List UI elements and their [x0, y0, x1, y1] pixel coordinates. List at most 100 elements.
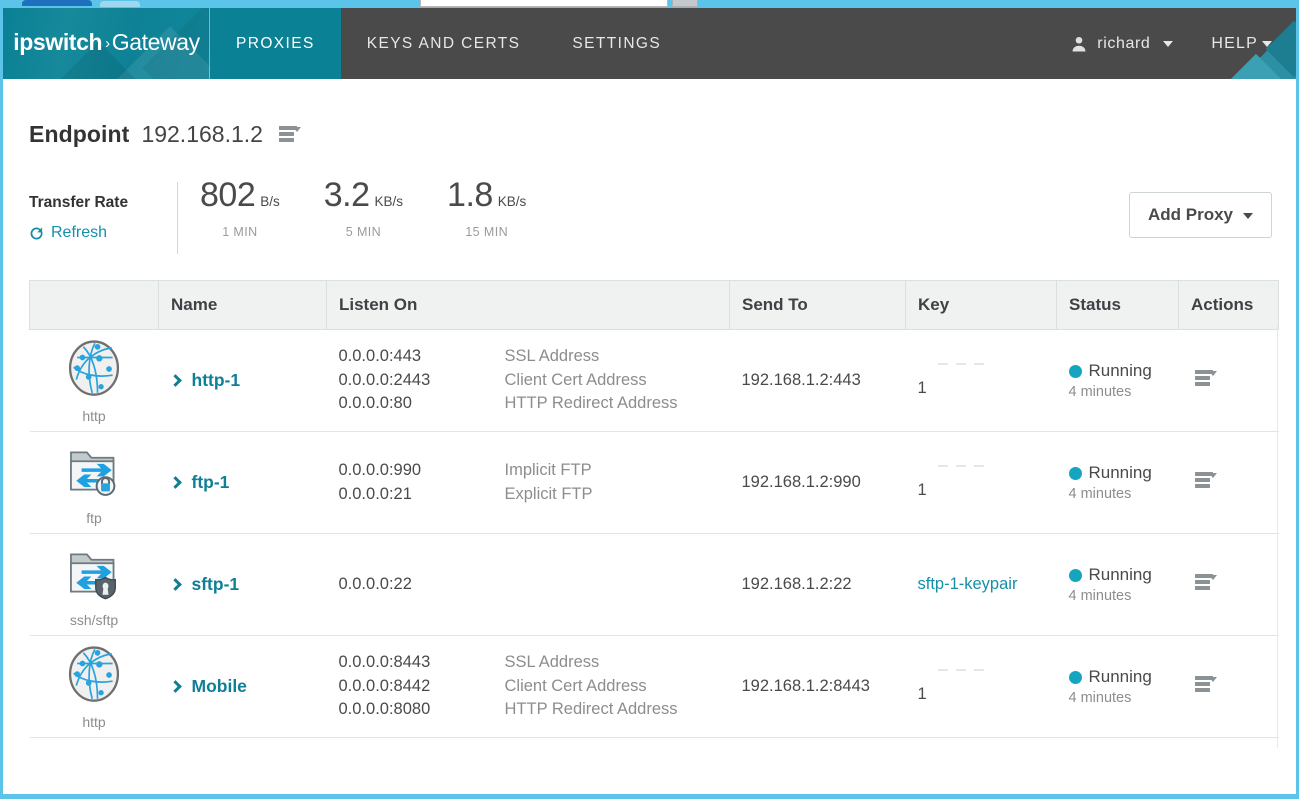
chevron-right-icon — [168, 374, 182, 387]
proxy-name-link[interactable]: Mobile — [168, 676, 315, 697]
proxy-name-label: http-1 — [191, 370, 241, 390]
listen-address: 0.0.0.0:8442 — [338, 676, 431, 695]
tab-proxies-label: PROXIES — [236, 34, 315, 52]
protocol-label: http — [82, 407, 106, 424]
row-actions-icon[interactable] — [1194, 675, 1221, 693]
table-head: Name Listen On Send To Key Status Action… — [29, 280, 1279, 330]
listen-address: 0.0.0.0:21 — [338, 484, 412, 503]
listen-kind: Client Cert Address — [504, 676, 647, 695]
help-label: HELP — [1211, 34, 1258, 52]
tab-settings[interactable]: SETTINGS — [546, 8, 687, 79]
proxies-table-wrap: Name Listen On Send To Key Status Action… — [25, 280, 1279, 748]
actions-cell — [1178, 329, 1279, 432]
address-bar[interactable] — [420, 0, 668, 7]
listen-kind: SSL Address — [504, 653, 600, 672]
protocol-cell: http — [29, 329, 159, 432]
row-actions-icon[interactable] — [1194, 573, 1221, 591]
listen-address: 0.0.0.0:8443 — [338, 653, 431, 672]
add-proxy-button[interactable]: Add Proxy — [1128, 192, 1272, 238]
listen-address-list: 0.0.0.0:990 0.0.0.0:21 — [339, 459, 505, 506]
key-cell: 1 — [905, 329, 1057, 432]
stat-5-min-value: 3.2 — [323, 176, 370, 214]
listen-kind: Client Cert Address — [504, 370, 647, 389]
status-badge: Running — [1088, 463, 1152, 482]
add-proxy-label: Add Proxy — [1147, 205, 1233, 224]
key-placeholder-marks — [937, 465, 992, 467]
actions-cell — [1178, 431, 1279, 534]
status-badge: Running — [1088, 565, 1152, 584]
key-cell: 1 — [905, 431, 1057, 534]
status-uptime: 4 minutes — [1068, 384, 1132, 400]
proxy-name-link[interactable]: ftp-1 — [168, 472, 315, 493]
status-uptime: 4 minutes — [1068, 588, 1132, 604]
help-menu[interactable]: HELP — [1189, 35, 1278, 53]
column-header-send-to[interactable]: Send To — [729, 280, 906, 330]
brand-arrow-icon: › — [105, 35, 110, 52]
proxy-name-label: sftp-1 — [191, 574, 240, 594]
status-uptime: 4 minutes — [1068, 486, 1132, 502]
folder-transfer-lock-icon — [70, 451, 116, 496]
column-header-key[interactable]: Key — [905, 280, 1057, 330]
brand-primary: ipswitch — [13, 29, 103, 55]
key-cell: sftp-1-keypair — [905, 533, 1057, 636]
column-header-listen-on[interactable]: Listen On — [326, 280, 730, 330]
proxy-name-link[interactable]: http-1 — [168, 370, 315, 391]
status-cell: Running 4 minutes — [1056, 533, 1179, 636]
protocol-label: ftp — [86, 509, 102, 526]
protocol-cell: http — [29, 635, 159, 738]
folder-transfer-shield-icon — [70, 553, 116, 599]
endpoint-address: 192.168.1.2 — [141, 121, 263, 147]
status-indicator-dot — [1068, 466, 1082, 480]
table-row[interactable]: http http-1 0.0.0.0:443 0.0.0.0:2443 0.0.0… — [29, 329, 1279, 432]
browser-tab-active[interactable] — [22, 0, 92, 6]
column-header-status[interactable]: Status — [1056, 280, 1179, 330]
protocol-cell: ssh/sftp — [29, 533, 159, 636]
stat-1-min-value: 802 — [200, 176, 256, 214]
row-actions-icon[interactable] — [1194, 471, 1221, 489]
chevron-right-icon — [168, 680, 182, 693]
tab-proxies[interactable]: PROXIES — [210, 8, 341, 79]
listen-kind: HTTP Redirect Address — [504, 700, 678, 719]
table-body: http http-1 0.0.0.0:443 0.0.0.0:2443 0.0.0… — [29, 329, 1279, 738]
transfer-rate-panel: Transfer Rate Refresh 802 B/s 1 MIN 3.2 KB… — [25, 176, 1274, 254]
table-row[interactable]: http Mobile 0.0.0.0:8443 0.0.0.0:8442 0.0.… — [29, 635, 1279, 738]
column-header-actions: Actions — [1178, 280, 1279, 330]
browser-tab-new[interactable] — [100, 1, 140, 7]
refresh-label: Refresh — [51, 224, 108, 241]
brand-logo[interactable]: ipswitch ›Gateway — [3, 8, 210, 79]
listen-address: 0.0.0.0:2443 — [338, 370, 431, 389]
tab-keys-and-certs[interactable]: KEYS AND CERTS — [341, 8, 547, 79]
status-indicator-dot — [1068, 670, 1082, 684]
table-row[interactable]: ftp ftp-1 0.0.0.0:990 0.0.0.0:21 Implicit… — [29, 431, 1279, 534]
key-placeholder-marks — [937, 363, 992, 365]
stat-15-min-unit: KB/s — [497, 194, 527, 209]
key-value: 1 — [917, 379, 927, 397]
list-menu-icon[interactable] — [278, 126, 305, 143]
toolbar-button[interactable] — [672, 0, 698, 7]
status-indicator-dot — [1068, 568, 1082, 582]
user-menu[interactable]: richard — [1054, 35, 1189, 53]
status-cell: Running 4 minutes — [1056, 635, 1179, 738]
table-scroll-edge[interactable] — [1277, 325, 1278, 748]
key-cell: 1 — [905, 635, 1057, 738]
refresh-button[interactable]: Refresh — [29, 224, 177, 242]
add-proxy-wrap: Add Proxy — [1128, 192, 1272, 238]
top-navigation-bar: ipswitch ›Gateway PROXIES KEYS AND CERTS … — [3, 8, 1296, 79]
column-header-name[interactable]: Name — [158, 280, 327, 330]
actions-cell — [1178, 635, 1279, 738]
send-to-cell: 192.168.1.2:990 — [729, 431, 906, 534]
row-actions-icon[interactable] — [1194, 369, 1221, 387]
actions-cell — [1178, 533, 1279, 636]
globe-network-icon — [68, 339, 120, 396]
listen-kind: Implicit FTP — [504, 461, 592, 479]
stat-1-min-period: 1 MIN — [222, 224, 258, 239]
name-cell: sftp-1 — [158, 533, 327, 636]
stat-5-min: 3.2 KB/s 5 MIN — [302, 176, 425, 239]
key-link[interactable]: sftp-1-keypair — [918, 575, 1018, 593]
proxy-name-link[interactable]: sftp-1 — [168, 574, 315, 595]
listen-address: 0.0.0.0:8080 — [338, 700, 431, 719]
listen-address-list: 0.0.0.0:8443 0.0.0.0:8442 0.0.0.0:8080 — [339, 651, 505, 722]
brand-secondary: Gateway — [111, 29, 200, 55]
table-row[interactable]: ssh/sftp sftp-1 0.0.0.0:22 192.168.1.2:2… — [29, 533, 1279, 636]
send-to-cell: 192.168.1.2:443 — [729, 329, 906, 432]
